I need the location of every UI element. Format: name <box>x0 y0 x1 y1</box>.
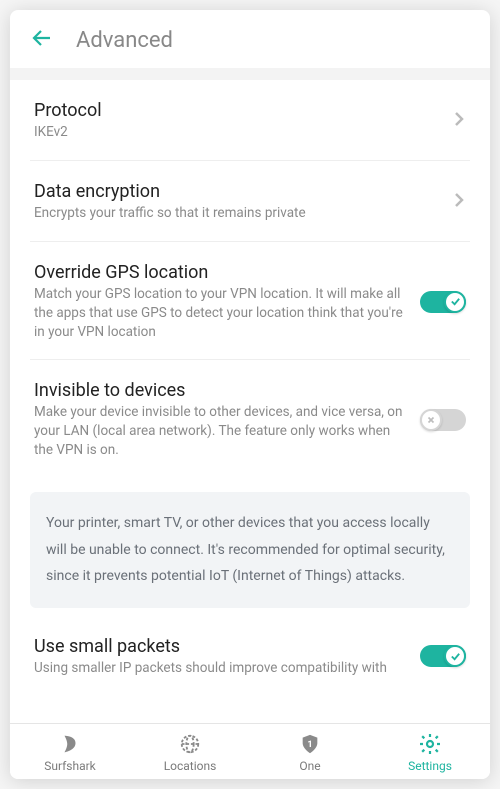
nav-locations[interactable]: Locations <box>130 732 250 773</box>
small-packets-sub: Using smaller IP packets should improve … <box>34 659 408 677</box>
nav-one-label: One <box>299 759 320 773</box>
nav-one[interactable]: 1 One <box>250 732 370 773</box>
globe-icon <box>178 732 202 756</box>
protocol-value: IKEv2 <box>34 123 440 142</box>
nav-surfshark[interactable]: Surfshark <box>10 732 130 773</box>
encryption-title: Data encryption <box>34 181 440 202</box>
encryption-row[interactable]: Data encryption Encrypts your traffic so… <box>30 161 470 242</box>
gear-icon <box>418 732 442 756</box>
nav-settings-label: Settings <box>408 759 452 773</box>
settings-list: Protocol IKEv2 Data encryption Encrypts … <box>10 80 490 723</box>
chevron-right-icon <box>452 190 466 214</box>
gps-title: Override GPS location <box>34 262 408 283</box>
small-packets-row: Use small packets Using smaller IP packe… <box>30 616 470 677</box>
gps-sub: Match your GPS location to your VPN loca… <box>34 285 408 342</box>
section-divider <box>10 68 490 80</box>
gps-toggle[interactable] <box>420 291 466 313</box>
invisible-sub: Make your device invisible to other devi… <box>34 403 408 460</box>
invisible-title: Invisible to devices <box>34 380 408 401</box>
invisible-row: Invisible to devices Make your device in… <box>30 360 470 478</box>
header-bar: Advanced <box>10 10 490 68</box>
bottom-nav: Surfshark Locations 1 One Settings <box>10 723 490 779</box>
nav-surfshark-label: Surfshark <box>44 759 96 773</box>
page-title: Advanced <box>76 28 173 53</box>
invisible-info-card: Your printer, smart TV, or other devices… <box>30 492 470 608</box>
back-icon[interactable] <box>30 26 54 54</box>
small-packets-title: Use small packets <box>34 636 408 657</box>
encryption-sub: Encrypts your traffic so that it remains… <box>34 204 440 223</box>
surfshark-icon <box>58 732 82 756</box>
nav-settings[interactable]: Settings <box>370 732 490 773</box>
nav-locations-label: Locations <box>164 759 217 773</box>
small-packets-toggle[interactable] <box>420 645 466 667</box>
gps-row: Override GPS location Match your GPS loc… <box>30 242 470 361</box>
chevron-right-icon <box>452 109 466 133</box>
svg-text:1: 1 <box>307 740 312 750</box>
settings-advanced-screen: Advanced Protocol IKEv2 Data encryption … <box>10 10 490 779</box>
protocol-row[interactable]: Protocol IKEv2 <box>30 80 470 161</box>
protocol-title: Protocol <box>34 100 440 121</box>
invisible-toggle[interactable] <box>420 409 466 431</box>
shield-icon: 1 <box>298 732 322 756</box>
